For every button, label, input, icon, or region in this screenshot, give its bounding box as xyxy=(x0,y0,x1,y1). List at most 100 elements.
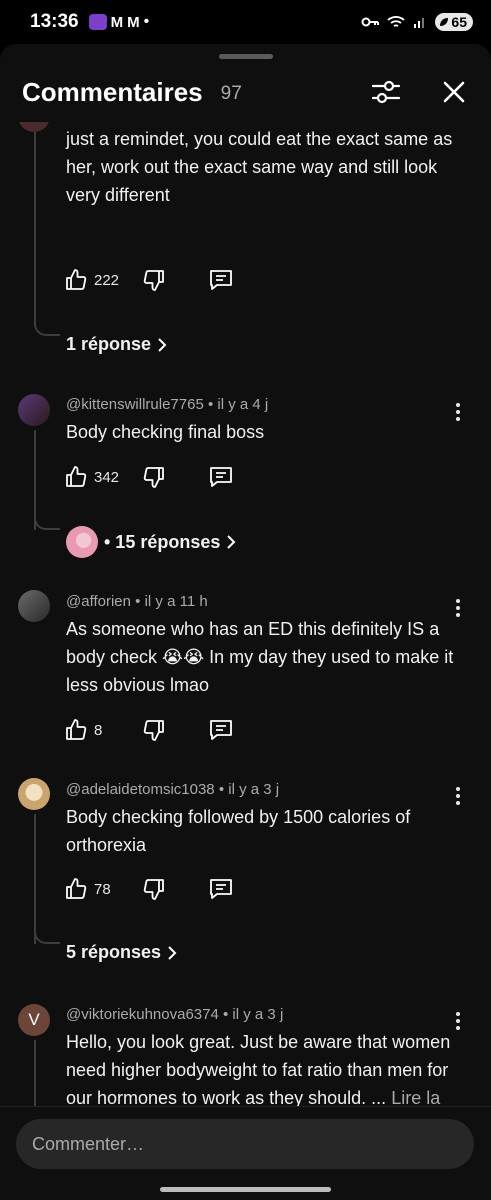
close-button[interactable] xyxy=(439,77,469,107)
reply-icon xyxy=(210,879,232,899)
comment-text: Hello, you look great. Just be aware tha… xyxy=(66,1028,458,1106)
status-bar: 13:36 M M • 65 xyxy=(0,0,491,44)
thumb-up-icon xyxy=(66,466,87,487)
dislike-button[interactable] xyxy=(142,268,166,292)
comment-time: il y a 11 h xyxy=(144,593,208,610)
like-button[interactable]: 78 xyxy=(64,877,111,901)
dislike-button[interactable] xyxy=(142,718,166,742)
creator-avatar xyxy=(66,526,98,558)
like-count: 8 xyxy=(94,721,103,739)
comment-author[interactable]: @viktoriekuhnova6374 xyxy=(66,1006,219,1023)
avatar[interactable] xyxy=(18,394,50,426)
comment-actions: 342 xyxy=(64,463,119,491)
thread-curve xyxy=(34,510,60,530)
status-right: 65 xyxy=(361,13,473,31)
like-button[interactable]: 342 xyxy=(64,465,119,489)
leaf-icon xyxy=(440,18,449,26)
comment-meta: @kittenswillrule7765 • il y a 4 j xyxy=(66,396,268,413)
home-indicator[interactable] xyxy=(160,1187,331,1192)
reply-button[interactable] xyxy=(208,718,234,742)
gmail-icon: M xyxy=(110,13,124,31)
replies-link[interactable]: • 15 réponses xyxy=(66,526,236,558)
comments-header: Commentaires 97 xyxy=(0,62,491,122)
replies-link[interactable]: 5 réponses xyxy=(66,942,177,963)
app-notification-icon xyxy=(88,14,107,30)
comment-text: Body checking followed by 1500 calories … xyxy=(66,807,411,855)
close-icon xyxy=(443,81,465,103)
avatar[interactable] xyxy=(18,122,50,132)
header-title: Commentaires xyxy=(22,76,203,107)
comment-author[interactable]: @afforien xyxy=(66,593,131,610)
like-count: 78 xyxy=(94,880,111,898)
meta-separator: • xyxy=(135,593,145,610)
comment-actions: 222 xyxy=(64,266,119,294)
avatar[interactable] xyxy=(18,590,50,622)
dislike-button[interactable] xyxy=(142,877,166,901)
comment-meta: @viktoriekuhnova6374 • il y a 3 j xyxy=(66,1006,283,1023)
comments-sheet: Commentaires 97 just a remindet, you cou… xyxy=(0,44,491,1200)
filter-icon xyxy=(371,80,401,104)
like-count: 342 xyxy=(94,468,120,486)
thumb-down-icon xyxy=(143,720,164,741)
avatar[interactable]: V xyxy=(18,1004,50,1036)
thread-curve xyxy=(34,924,60,944)
drag-handle[interactable] xyxy=(219,54,273,59)
header-actions xyxy=(371,77,469,107)
thumb-down-icon xyxy=(143,879,164,900)
like-count: 222 xyxy=(94,271,120,289)
comment-text: just a remindet, you could eat the exact… xyxy=(66,129,453,205)
like-button[interactable]: 222 xyxy=(64,268,119,292)
replies-label: 1 réponse xyxy=(66,334,152,354)
dot-icon: • xyxy=(143,13,150,30)
thread-line xyxy=(34,1040,36,1106)
comment-author[interactable]: @adelaidetomsic1038 xyxy=(66,781,215,798)
thumb-up-icon xyxy=(66,878,87,899)
comment-meta: @adelaidetomsic1038 • il y a 3 j xyxy=(66,781,279,798)
thread-curve xyxy=(34,316,60,336)
comment-time: il y a 3 j xyxy=(228,781,280,798)
thread-line xyxy=(34,132,36,326)
comment-composer xyxy=(0,1106,491,1200)
meta-separator: • xyxy=(223,1006,233,1023)
signal-icon xyxy=(414,18,425,28)
chevron-right-icon xyxy=(168,945,177,960)
reply-button[interactable] xyxy=(208,465,234,489)
comment-count: 97 xyxy=(220,82,242,104)
comment-author[interactable]: @kittenswillrule7765 xyxy=(66,396,204,413)
thumb-down-icon xyxy=(143,467,164,488)
filter-button[interactable] xyxy=(371,77,401,107)
chevron-right-icon xyxy=(227,535,236,549)
reply-icon xyxy=(210,270,232,290)
thumb-down-icon xyxy=(143,270,164,291)
notification-icons: M M • xyxy=(88,13,150,31)
replies-label: 5 réponses xyxy=(66,942,162,962)
comment-meta: @afforien • il y a 11 h xyxy=(66,593,208,610)
like-button[interactable]: 8 xyxy=(64,718,102,742)
battery-level: 65 xyxy=(451,14,467,30)
reply-button[interactable] xyxy=(208,877,234,901)
gmail-icon-2: M xyxy=(127,13,140,31)
comment-actions: 8 xyxy=(64,716,102,744)
comments-list[interactable]: just a remindet, you could eat the exact… xyxy=(0,122,491,1106)
avatar-letter: V xyxy=(28,1010,40,1029)
replies-label: • 15 réponses xyxy=(104,531,221,552)
status-time: 13:36 xyxy=(30,11,79,32)
comment-actions: 78 xyxy=(64,875,111,903)
thumb-up-icon xyxy=(66,719,87,740)
avatar[interactable] xyxy=(18,778,50,810)
chevron-right-icon xyxy=(158,337,167,352)
meta-separator: • xyxy=(218,781,229,798)
battery-indicator: 65 xyxy=(435,13,473,31)
comment-input[interactable] xyxy=(16,1119,474,1169)
comment-time: il y a 3 j xyxy=(232,1006,284,1023)
comment-text: Body checking final boss xyxy=(66,422,265,442)
dislike-button[interactable] xyxy=(142,465,166,489)
reply-icon xyxy=(210,720,232,740)
reply-icon xyxy=(210,467,232,487)
replies-link[interactable]: 1 réponse xyxy=(66,334,167,355)
wifi-icon xyxy=(387,16,406,27)
reply-button[interactable] xyxy=(208,268,234,292)
meta-separator: • xyxy=(207,396,218,413)
key-icon xyxy=(361,17,380,27)
comment-time: il y a 4 j xyxy=(217,396,269,413)
